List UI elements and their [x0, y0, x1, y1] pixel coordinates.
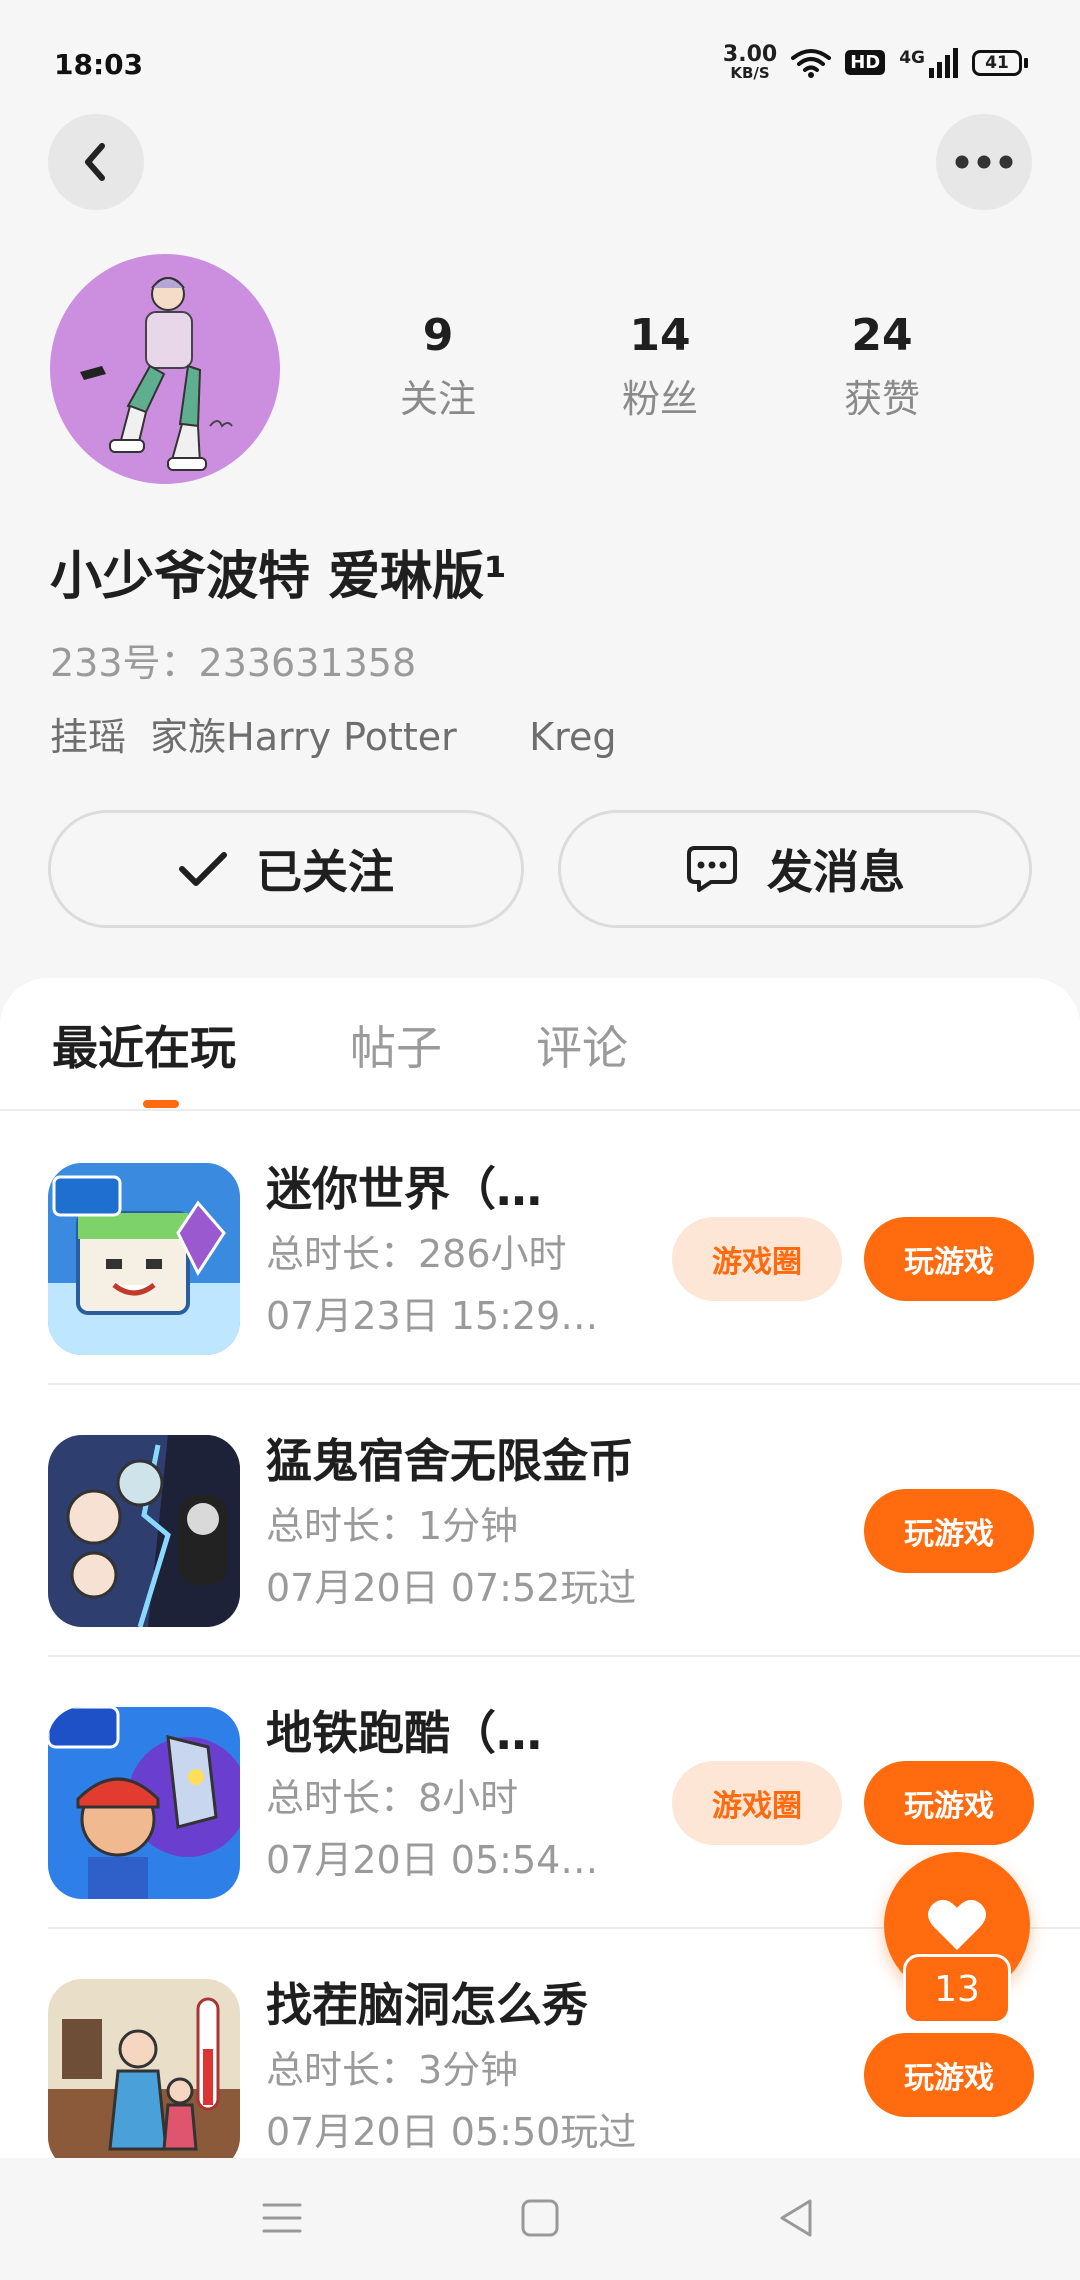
tab-comments[interactable]: 评论	[536, 1012, 628, 1078]
user-avatar-illustration	[80, 277, 233, 471]
play-game-button[interactable]: 玩游戏	[864, 1217, 1034, 1301]
network-speed-value: 3.00	[722, 42, 778, 67]
stat-following-value: 9	[422, 310, 454, 361]
game-icon-subway-surfers	[48, 1707, 240, 1899]
tab-recently-played[interactable]: 最近在玩	[52, 1012, 236, 1078]
play-game-button[interactable]: 玩游戏	[864, 1489, 1034, 1573]
battery-icon: 41	[972, 49, 1028, 76]
tab-posts[interactable]: 帖子	[350, 1012, 442, 1078]
game-title: 找茬脑洞怎么秀	[266, 1978, 588, 2032]
game-list-item[interactable]: 猛鬼宿舍无限金币 总时长：1分钟 07月20日 07:52玩过 玩游戏	[48, 1385, 1080, 1657]
menu-icon	[262, 2203, 302, 2233]
chat-bubble-icon	[687, 846, 737, 892]
back-triangle-icon	[780, 2199, 812, 2237]
game-last-played: 07月23日 15:29…	[266, 1294, 599, 1338]
stat-following[interactable]: 9 关注	[358, 308, 518, 422]
menu-nav-button[interactable]	[250, 2186, 314, 2250]
more-dots-icon	[955, 155, 1013, 169]
network-type: 4G	[899, 47, 925, 68]
game-icon-ghost-dorm	[48, 1435, 240, 1627]
stat-likes[interactable]: 24 获赞	[802, 308, 962, 422]
like-count: 13	[903, 1954, 1011, 2024]
hd-badge: HD	[845, 50, 886, 75]
game-title: 地铁跑酷（…	[266, 1706, 542, 1760]
network-speed: 3.00 KB/S	[723, 44, 777, 81]
system-nav-bar	[0, 2158, 1080, 2280]
back-nav-button[interactable]	[764, 2186, 828, 2250]
play-game-button[interactable]: 玩游戏	[864, 2033, 1034, 2117]
game-list-item[interactable]: 迷你世界（… 总时长：286小时 07月23日 15:29… 游戏圈 玩游戏	[48, 1113, 1080, 1385]
wifi-icon	[791, 48, 832, 78]
tab-bar: 最近在玩 帖子 评论	[0, 978, 1080, 1111]
game-title: 迷你世界（…	[266, 1162, 542, 1216]
cell-signal-icon: 4G	[899, 47, 958, 78]
stat-fans-label: 粉丝	[621, 377, 698, 421]
game-duration: 总时长：1分钟	[266, 1504, 519, 1548]
send-message-button[interactable]: 发消息	[558, 810, 1032, 928]
back-button[interactable]	[48, 114, 144, 210]
tab-indicator	[143, 1100, 179, 1108]
send-message-label: 发消息	[767, 845, 905, 899]
profile-id: 233号：233631358	[50, 641, 417, 685]
followed-button[interactable]: 已关注	[48, 810, 524, 928]
game-duration: 总时长：3分钟	[266, 2048, 519, 2092]
profile-bio: 挂瑶 家族Harry Potter Kreg	[50, 715, 617, 759]
stat-following-label: 关注	[399, 377, 476, 421]
game-icon-mini-world	[48, 1163, 240, 1355]
avatar[interactable]	[50, 254, 280, 484]
game-last-played: 07月20日 05:50玩过	[266, 2110, 637, 2154]
home-nav-button[interactable]	[508, 2186, 572, 2250]
followed-button-label: 已关注	[256, 845, 394, 899]
status-icons: 3.00 KB/S HD 4G 41	[723, 44, 1028, 81]
battery-level: 41	[972, 49, 1022, 76]
stat-likes-label: 获赞	[843, 377, 920, 421]
game-last-played: 07月20日 07:52玩过	[266, 1566, 637, 1610]
game-duration: 总时长：8小时	[266, 1776, 519, 1820]
game-last-played: 07月20日 05:54…	[266, 1838, 599, 1882]
play-game-button[interactable]: 玩游戏	[864, 1761, 1034, 1845]
profile-name: 小少爷波特 爱琳版¹	[50, 547, 507, 607]
more-button[interactable]	[936, 114, 1032, 210]
stat-likes-value: 24	[851, 310, 913, 361]
chevron-left-icon	[85, 143, 105, 181]
game-title: 猛鬼宿舍无限金币	[266, 1434, 634, 1488]
game-icon-spot-difference	[48, 1979, 240, 2158]
game-circle-button[interactable]: 游戏圈	[672, 1217, 842, 1301]
game-duration: 总时长：286小时	[266, 1232, 567, 1276]
home-square-icon	[521, 2199, 559, 2237]
heart-icon	[928, 1899, 986, 1950]
stat-fans[interactable]: 14 粉丝	[580, 308, 740, 422]
stat-fans-value: 14	[629, 310, 691, 361]
status-bar: 18:03 3.00 KB/S HD 4G 41	[0, 0, 1080, 130]
status-time: 18:03	[54, 48, 144, 81]
checkmark-icon	[179, 852, 227, 886]
network-speed-unit: KB/S	[730, 64, 770, 82]
game-circle-button[interactable]: 游戏圈	[672, 1761, 842, 1845]
